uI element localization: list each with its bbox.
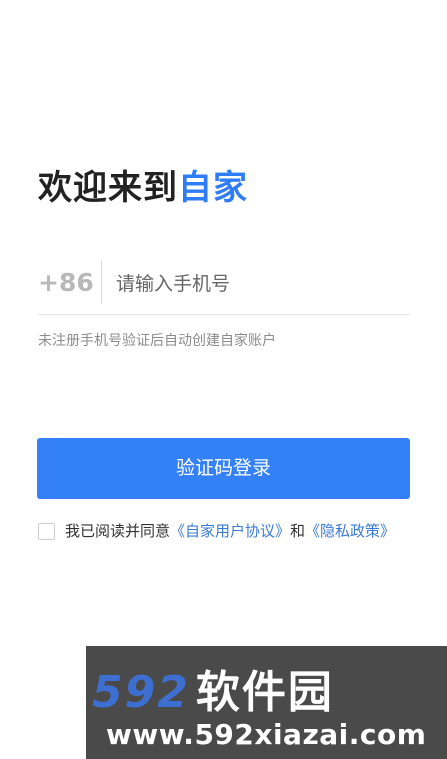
agreement-text: 我已阅读并同意《自家用户协议》和《隐私政策》 xyxy=(65,519,405,543)
phone-number-input[interactable] xyxy=(116,264,406,304)
watermark-logo-digits: 592 xyxy=(92,667,190,718)
privacy-policy-link[interactable]: 《隐私政策》 xyxy=(305,522,395,540)
agreement-connector: 和 xyxy=(290,522,306,540)
register-hint: 未注册手机号验证后自动创建自家账户 xyxy=(38,333,276,349)
watermark-url: www.592xiazai.com xyxy=(106,718,427,751)
login-screen: 欢迎来到自家 +86 未注册手机号验证后自动创建自家账户 验证码登录 我已阅读并… xyxy=(0,0,447,759)
site-watermark: 592 软件园 www.592xiazai.com xyxy=(86,646,447,759)
watermark-logo-text: 软件园 xyxy=(195,667,334,718)
country-code[interactable]: +86 xyxy=(38,268,94,297)
agreement-prefix: 我已阅读并同意 xyxy=(65,522,171,540)
welcome-prefix: 欢迎来到 xyxy=(38,168,178,208)
sms-login-button[interactable]: 验证码登录 xyxy=(37,438,410,499)
brand-name: 自家 xyxy=(178,168,248,208)
welcome-title: 欢迎来到自家 xyxy=(38,160,248,209)
agreement-checkbox[interactable] xyxy=(38,523,55,540)
watermark-logo: 592 软件园 xyxy=(92,656,334,720)
phone-input-row: +86 xyxy=(38,258,410,315)
field-divider xyxy=(101,260,102,304)
user-agreement-link[interactable]: 《自家用户协议》 xyxy=(170,522,290,540)
